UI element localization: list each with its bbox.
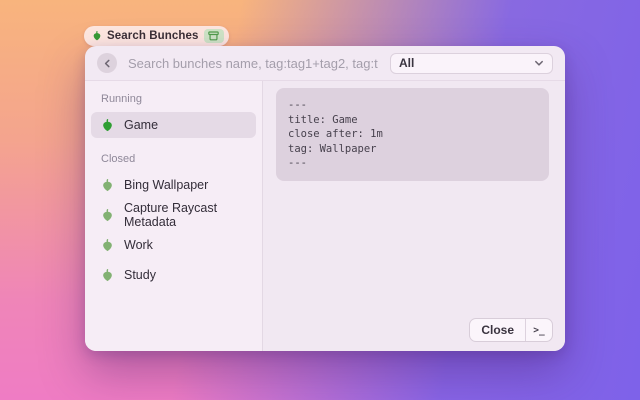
bunch-sprout-icon: [101, 269, 114, 282]
sidebar-item-label: Study: [124, 268, 156, 282]
sidebar-item-label: Work: [124, 238, 153, 252]
sidebar-item-capture-raycast-metadata[interactable]: Capture Raycast Metadata: [91, 202, 256, 228]
search-bar: All: [85, 46, 565, 81]
code-line: ---: [288, 156, 537, 171]
launcher-pill[interactable]: Search Bunches: [84, 26, 229, 46]
sidebar-item-study[interactable]: Study: [91, 262, 256, 288]
sidebar-item-label: Game: [124, 118, 158, 132]
bunch-sprout-icon: [101, 209, 114, 222]
bunch-file-code-block: ---title: Gameclose after: 1mtag: Wallpa…: [276, 88, 549, 181]
archive-box-icon: [208, 31, 219, 41]
sidebar-item-bing-wallpaper[interactable]: Bing Wallpaper: [91, 172, 256, 198]
code-line: title: Game: [288, 113, 537, 128]
chevron-left-icon: [103, 59, 112, 68]
bunch-sprout-icon: [92, 31, 102, 41]
code-line: close after: 1m: [288, 127, 537, 142]
bunch-sprout-icon: [101, 179, 114, 192]
code-line: ---: [288, 98, 537, 113]
bunch-sprout-icon: [101, 119, 114, 132]
sidebar: Running Game Closed Bing Wallpaper Capture R…: [85, 81, 263, 351]
filter-dropdown[interactable]: All: [390, 53, 553, 74]
window-content: Running Game Closed Bing Wallpaper Capture R…: [85, 81, 565, 351]
sidebar-item-label: Bing Wallpaper: [124, 178, 208, 192]
bunch-sprout-icon: [101, 239, 114, 252]
close-button[interactable]: Close: [470, 319, 525, 341]
filter-selected-value: All: [399, 56, 534, 70]
search-input[interactable]: [126, 55, 380, 72]
back-button[interactable]: [97, 53, 117, 73]
sidebar-item-label: Capture Raycast Metadata: [124, 201, 246, 229]
code-line: tag: Wallpaper: [288, 142, 537, 157]
sidebar-item-game[interactable]: Game: [91, 112, 256, 138]
detail-panel: ---title: Gameclose after: 1mtag: Wallpa…: [263, 81, 565, 351]
desktop-background: Search Bunches All Running Game Closed Bing…: [0, 0, 640, 400]
terminal-icon[interactable]: >_: [526, 319, 552, 341]
bunch-app-badge: [204, 29, 224, 43]
search-bunches-window: All Running Game Closed Bing Wallpaper Captu…: [85, 46, 565, 351]
sidebar-section-label-running: Running: [101, 93, 246, 105]
sidebar-item-work[interactable]: Work: [91, 232, 256, 258]
sidebar-section-label-closed: Closed: [101, 153, 246, 165]
footer-action-group: Close >_: [469, 318, 553, 342]
launcher-pill-title: Search Bunches: [107, 30, 199, 42]
chevron-down-icon: [534, 58, 544, 68]
